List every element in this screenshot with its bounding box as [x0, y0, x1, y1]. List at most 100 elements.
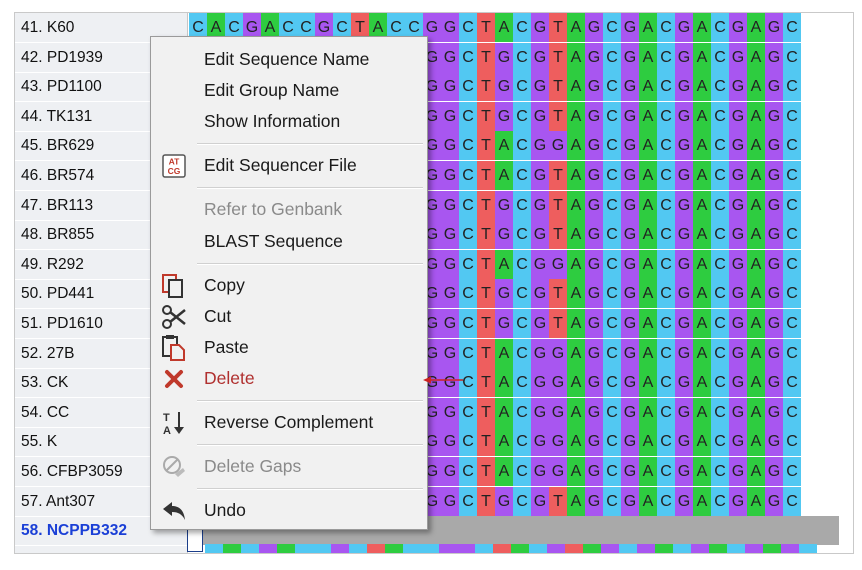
base-cell[interactable]: C: [459, 43, 477, 72]
base-cell[interactable]: A: [567, 368, 585, 397]
base-cell[interactable]: C: [711, 339, 729, 368]
base-cell[interactable]: A: [495, 427, 513, 456]
base-cell[interactable]: A: [639, 250, 657, 279]
base-cell[interactable]: A: [747, 131, 765, 160]
base-cell[interactable]: C: [783, 368, 801, 397]
base-cell[interactable]: A: [567, 309, 585, 338]
base-cell[interactable]: A: [639, 339, 657, 368]
base-cell[interactable]: G: [765, 457, 783, 486]
base-cell[interactable]: C: [711, 398, 729, 427]
base-cell[interactable]: C: [783, 43, 801, 72]
base-cell[interactable]: G: [585, 427, 603, 456]
base-cell[interactable]: C: [459, 250, 477, 279]
base-cell[interactable]: C: [459, 13, 477, 42]
base-cell[interactable]: T: [549, 13, 567, 42]
base-cell[interactable]: C: [657, 250, 675, 279]
base-cell[interactable]: G: [675, 398, 693, 427]
base-cell[interactable]: G: [621, 427, 639, 456]
base-cell[interactable]: T: [477, 43, 495, 72]
base-cell[interactable]: G: [441, 220, 459, 249]
base-cell[interactable]: G: [765, 43, 783, 72]
base-cell[interactable]: G: [729, 72, 747, 101]
base-cell[interactable]: G: [765, 161, 783, 190]
base-cell[interactable]: C: [783, 309, 801, 338]
base-cell[interactable]: G: [531, 368, 549, 397]
base-cell[interactable]: C: [513, 487, 531, 516]
base-cell[interactable]: A: [747, 309, 765, 338]
base-cell[interactable]: A: [639, 427, 657, 456]
base-cell[interactable]: C: [459, 457, 477, 486]
base-cell[interactable]: G: [675, 427, 693, 456]
base-cell[interactable]: G: [531, 220, 549, 249]
base-cell[interactable]: G: [621, 250, 639, 279]
base-cell[interactable]: T: [477, 13, 495, 42]
base-cell[interactable]: A: [639, 191, 657, 220]
base-cell[interactable]: A: [747, 250, 765, 279]
base-cell[interactable]: G: [729, 368, 747, 397]
base-cell[interactable]: G: [621, 279, 639, 308]
base-cell[interactable]: G: [765, 191, 783, 220]
menu-item-reverse-complement[interactable]: T A Reverse Complement: [151, 408, 427, 437]
base-cell[interactable]: A: [639, 43, 657, 72]
base-cell[interactable]: A: [693, 427, 711, 456]
base-cell[interactable]: A: [567, 427, 585, 456]
base-cell[interactable]: G: [441, 191, 459, 220]
base-cell[interactable]: G: [585, 191, 603, 220]
base-cell[interactable]: A: [567, 457, 585, 486]
base-cell[interactable]: G: [585, 339, 603, 368]
base-cell[interactable]: A: [747, 220, 765, 249]
base-cell[interactable]: G: [765, 13, 783, 42]
base-cell[interactable]: G: [531, 339, 549, 368]
base-cell[interactable]: A: [639, 13, 657, 42]
base-cell[interactable]: G: [441, 487, 459, 516]
base-cell[interactable]: C: [657, 368, 675, 397]
base-cell[interactable]: G: [531, 43, 549, 72]
base-cell[interactable]: G: [585, 161, 603, 190]
base-cell[interactable]: G: [531, 72, 549, 101]
base-cell[interactable]: A: [693, 43, 711, 72]
base-cell[interactable]: T: [477, 368, 495, 397]
base-cell[interactable]: C: [657, 43, 675, 72]
base-cell[interactable]: G: [729, 13, 747, 42]
base-cell[interactable]: G: [495, 309, 513, 338]
base-cell[interactable]: C: [657, 339, 675, 368]
base-cell[interactable]: C: [783, 457, 801, 486]
base-cell[interactable]: G: [585, 72, 603, 101]
base-cell[interactable]: C: [711, 368, 729, 397]
base-cell[interactable]: G: [729, 43, 747, 72]
base-cell[interactable]: G: [549, 339, 567, 368]
base-cell[interactable]: C: [783, 220, 801, 249]
base-cell[interactable]: C: [711, 309, 729, 338]
base-cell[interactable]: G: [675, 279, 693, 308]
base-cell[interactable]: G: [531, 131, 549, 160]
base-cell[interactable]: C: [783, 398, 801, 427]
base-cell[interactable]: A: [495, 161, 513, 190]
base-cell[interactable]: C: [603, 191, 621, 220]
base-cell[interactable]: C: [459, 131, 477, 160]
menu-item-show-information[interactable]: Show Information: [151, 107, 427, 135]
base-cell[interactable]: C: [459, 309, 477, 338]
base-cell[interactable]: C: [783, 487, 801, 516]
base-cell[interactable]: G: [729, 161, 747, 190]
base-cell[interactable]: C: [603, 457, 621, 486]
base-cell[interactable]: C: [783, 102, 801, 131]
base-cell[interactable]: G: [621, 457, 639, 486]
base-cell[interactable]: A: [747, 368, 765, 397]
base-cell[interactable]: A: [495, 131, 513, 160]
base-cell[interactable]: G: [621, 487, 639, 516]
base-cell[interactable]: A: [693, 309, 711, 338]
base-cell[interactable]: G: [585, 43, 603, 72]
base-cell[interactable]: T: [477, 102, 495, 131]
base-cell[interactable]: G: [549, 131, 567, 160]
base-cell[interactable]: T: [549, 309, 567, 338]
base-cell[interactable]: A: [639, 161, 657, 190]
base-cell[interactable]: G: [441, 131, 459, 160]
base-cell[interactable]: A: [495, 457, 513, 486]
base-cell[interactable]: A: [693, 13, 711, 42]
base-cell[interactable]: G: [729, 487, 747, 516]
base-cell[interactable]: G: [765, 250, 783, 279]
base-cell[interactable]: G: [531, 191, 549, 220]
base-cell[interactable]: C: [513, 279, 531, 308]
base-cell[interactable]: C: [603, 13, 621, 42]
base-cell[interactable]: A: [747, 279, 765, 308]
